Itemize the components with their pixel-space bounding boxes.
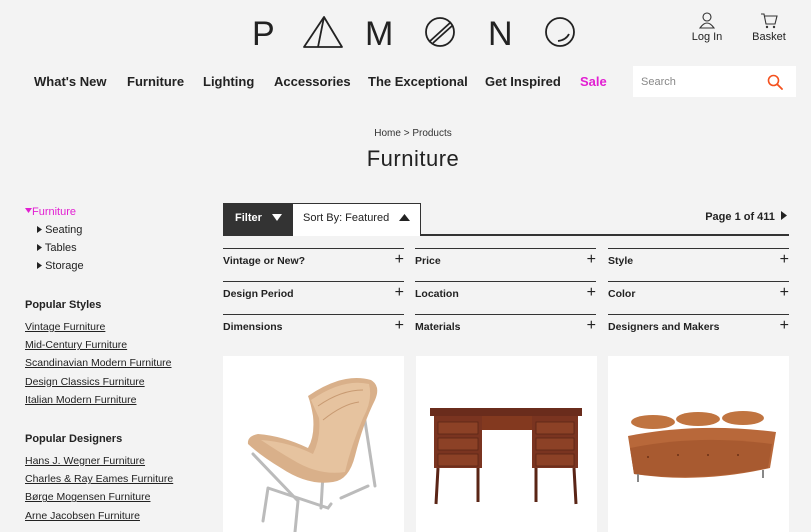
caret-down-icon xyxy=(25,208,32,213)
filter-location[interactable]: Location + xyxy=(415,281,596,314)
sidebar-item-label: Tables xyxy=(44,242,77,254)
popular-styles-heading: Popular Styles xyxy=(25,299,102,311)
sidebar-item-storage[interactable]: Storage xyxy=(25,259,215,277)
filter-label: Materials xyxy=(415,321,461,333)
search-box xyxy=(633,66,796,97)
search-icon[interactable] xyxy=(767,74,783,90)
filter-button[interactable]: Filter xyxy=(223,203,292,234)
basket-button[interactable]: Basket xyxy=(748,12,790,43)
sidebar-item-seating[interactable]: Seating xyxy=(25,223,215,241)
designer-link-wegner[interactable]: Hans J. Wegner Furniture xyxy=(25,454,215,472)
sidebar-category-label: Furniture xyxy=(32,206,77,218)
plus-icon: + xyxy=(779,317,789,334)
plus-icon: + xyxy=(779,284,789,301)
style-link-vintage[interactable]: Vintage Furniture xyxy=(25,320,215,338)
page-info: Page 1 of 411 xyxy=(705,211,775,223)
filter-row: Design Period + Location + Color + xyxy=(223,281,789,314)
designer-link-eames[interactable]: Charles & Ray Eames Furniture xyxy=(25,472,215,490)
nav-the-exceptional[interactable]: The Exceptional xyxy=(368,74,468,89)
sidebar-category-furniture[interactable]: Furniture xyxy=(25,205,215,223)
breadcrumb: Home > Products xyxy=(0,128,811,139)
plus-icon: + xyxy=(586,317,596,334)
sidebar-item-label: Storage xyxy=(45,260,84,272)
caret-up-icon xyxy=(399,214,411,221)
plus-icon: + xyxy=(394,251,404,268)
style-link-italian-modern[interactable]: Italian Modern Furniture xyxy=(25,393,215,411)
caret-right-icon xyxy=(37,262,42,269)
product-image-writing-desk xyxy=(430,408,582,505)
sidebar: Furniture Seating Tables Storage Popular… xyxy=(25,205,215,527)
filter-label: Location xyxy=(415,288,459,300)
filter-row: Vintage or New? + Price + Style + xyxy=(223,248,789,281)
filter-label: Dimensions xyxy=(223,321,283,333)
filter-color[interactable]: Color + xyxy=(608,281,789,314)
nav-lighting[interactable]: Lighting xyxy=(203,74,254,89)
filter-design-period[interactable]: Design Period + xyxy=(223,281,404,314)
caret-right-icon xyxy=(781,211,787,220)
filter-style[interactable]: Style + xyxy=(608,248,789,281)
filter-dimensions[interactable]: Dimensions + xyxy=(223,314,404,347)
style-link-design-classics[interactable]: Design Classics Furniture xyxy=(25,375,215,393)
popular-designers-heading: Popular Designers xyxy=(25,432,123,445)
sort-label: Sort By: Featured xyxy=(303,212,390,224)
filter-label: Vintage or New? xyxy=(223,255,306,267)
page-title: Furniture xyxy=(366,146,460,171)
breadcrumb-home[interactable]: Home xyxy=(374,128,401,139)
login-label: Log In xyxy=(691,31,723,43)
plus-icon: + xyxy=(394,284,404,301)
filter-label: Color xyxy=(608,288,636,300)
filter-row: Dimensions + Materials + Designers and Mak… xyxy=(223,314,789,347)
filter-toolbar: Filter Sort By: Featured Page 1 of 411 xyxy=(223,203,789,236)
logo-triangle-icon xyxy=(303,16,343,48)
logo-smile-o-icon xyxy=(545,17,575,47)
nav-whats-new[interactable]: What's New xyxy=(34,74,106,89)
product-card-desk[interactable] xyxy=(416,356,597,532)
designer-link-mogensen[interactable]: Børge Mogensen Furniture xyxy=(25,490,215,508)
nav-furniture[interactable]: Furniture xyxy=(127,74,184,89)
product-image-lounge-chair xyxy=(247,378,378,532)
caret-right-icon xyxy=(37,226,42,233)
filter-materials[interactable]: Materials + xyxy=(415,314,596,347)
caret-down-icon xyxy=(271,214,282,221)
plus-icon: + xyxy=(779,251,789,268)
style-link-scandinavian-modern[interactable]: Scandinavian Modern Furniture xyxy=(25,356,215,374)
sidebar-item-label: Seating xyxy=(45,224,83,236)
nav-get-inspired[interactable]: Get Inspired xyxy=(485,74,561,89)
filter-label: Price xyxy=(415,255,441,267)
product-card-chair[interactable] xyxy=(223,356,404,532)
pamono-logo[interactable]: P M N xyxy=(252,14,578,50)
plus-icon: + xyxy=(394,317,404,334)
search-input[interactable] xyxy=(641,73,761,91)
sort-dropdown[interactable]: Sort By: Featured xyxy=(292,203,421,236)
filter-label: Filter xyxy=(235,212,262,224)
login-button[interactable]: Log In xyxy=(686,12,728,43)
caret-right-icon xyxy=(37,244,42,251)
basket-label: Basket xyxy=(752,31,786,43)
product-image-leather-daybed xyxy=(628,411,776,482)
filter-label: Designers and Makers xyxy=(608,321,720,333)
filter-label: Style xyxy=(608,255,634,267)
designer-link-jacobsen[interactable]: Arne Jacobsen Furniture xyxy=(25,509,215,527)
plus-icon: + xyxy=(586,251,596,268)
logo-letter-p: P xyxy=(252,15,275,50)
product-card-daybed[interactable] xyxy=(608,356,789,532)
nav-sale[interactable]: Sale xyxy=(580,74,607,89)
user-icon xyxy=(699,12,715,29)
basket-icon xyxy=(761,13,778,29)
pagination-next[interactable]: Page 1 of 411 xyxy=(705,211,787,223)
plus-icon: + xyxy=(586,284,596,301)
filter-label: Design Period xyxy=(223,288,294,300)
logo-letter-m: M xyxy=(365,15,393,50)
filter-designers-and-makers[interactable]: Designers and Makers + xyxy=(608,314,789,347)
nav-accessories[interactable]: Accessories xyxy=(274,74,351,89)
filter-price[interactable]: Price + xyxy=(415,248,596,281)
breadcrumb-current: Products xyxy=(412,128,452,139)
logo-slashed-o-icon xyxy=(425,17,455,47)
style-link-mid-century[interactable]: Mid-Century Furniture xyxy=(25,338,215,356)
breadcrumb-separator: > xyxy=(403,128,410,139)
filter-vintage-or-new[interactable]: Vintage or New? + xyxy=(223,248,404,281)
logo-letter-n: N xyxy=(488,15,513,50)
sidebar-item-tables[interactable]: Tables xyxy=(25,241,215,259)
